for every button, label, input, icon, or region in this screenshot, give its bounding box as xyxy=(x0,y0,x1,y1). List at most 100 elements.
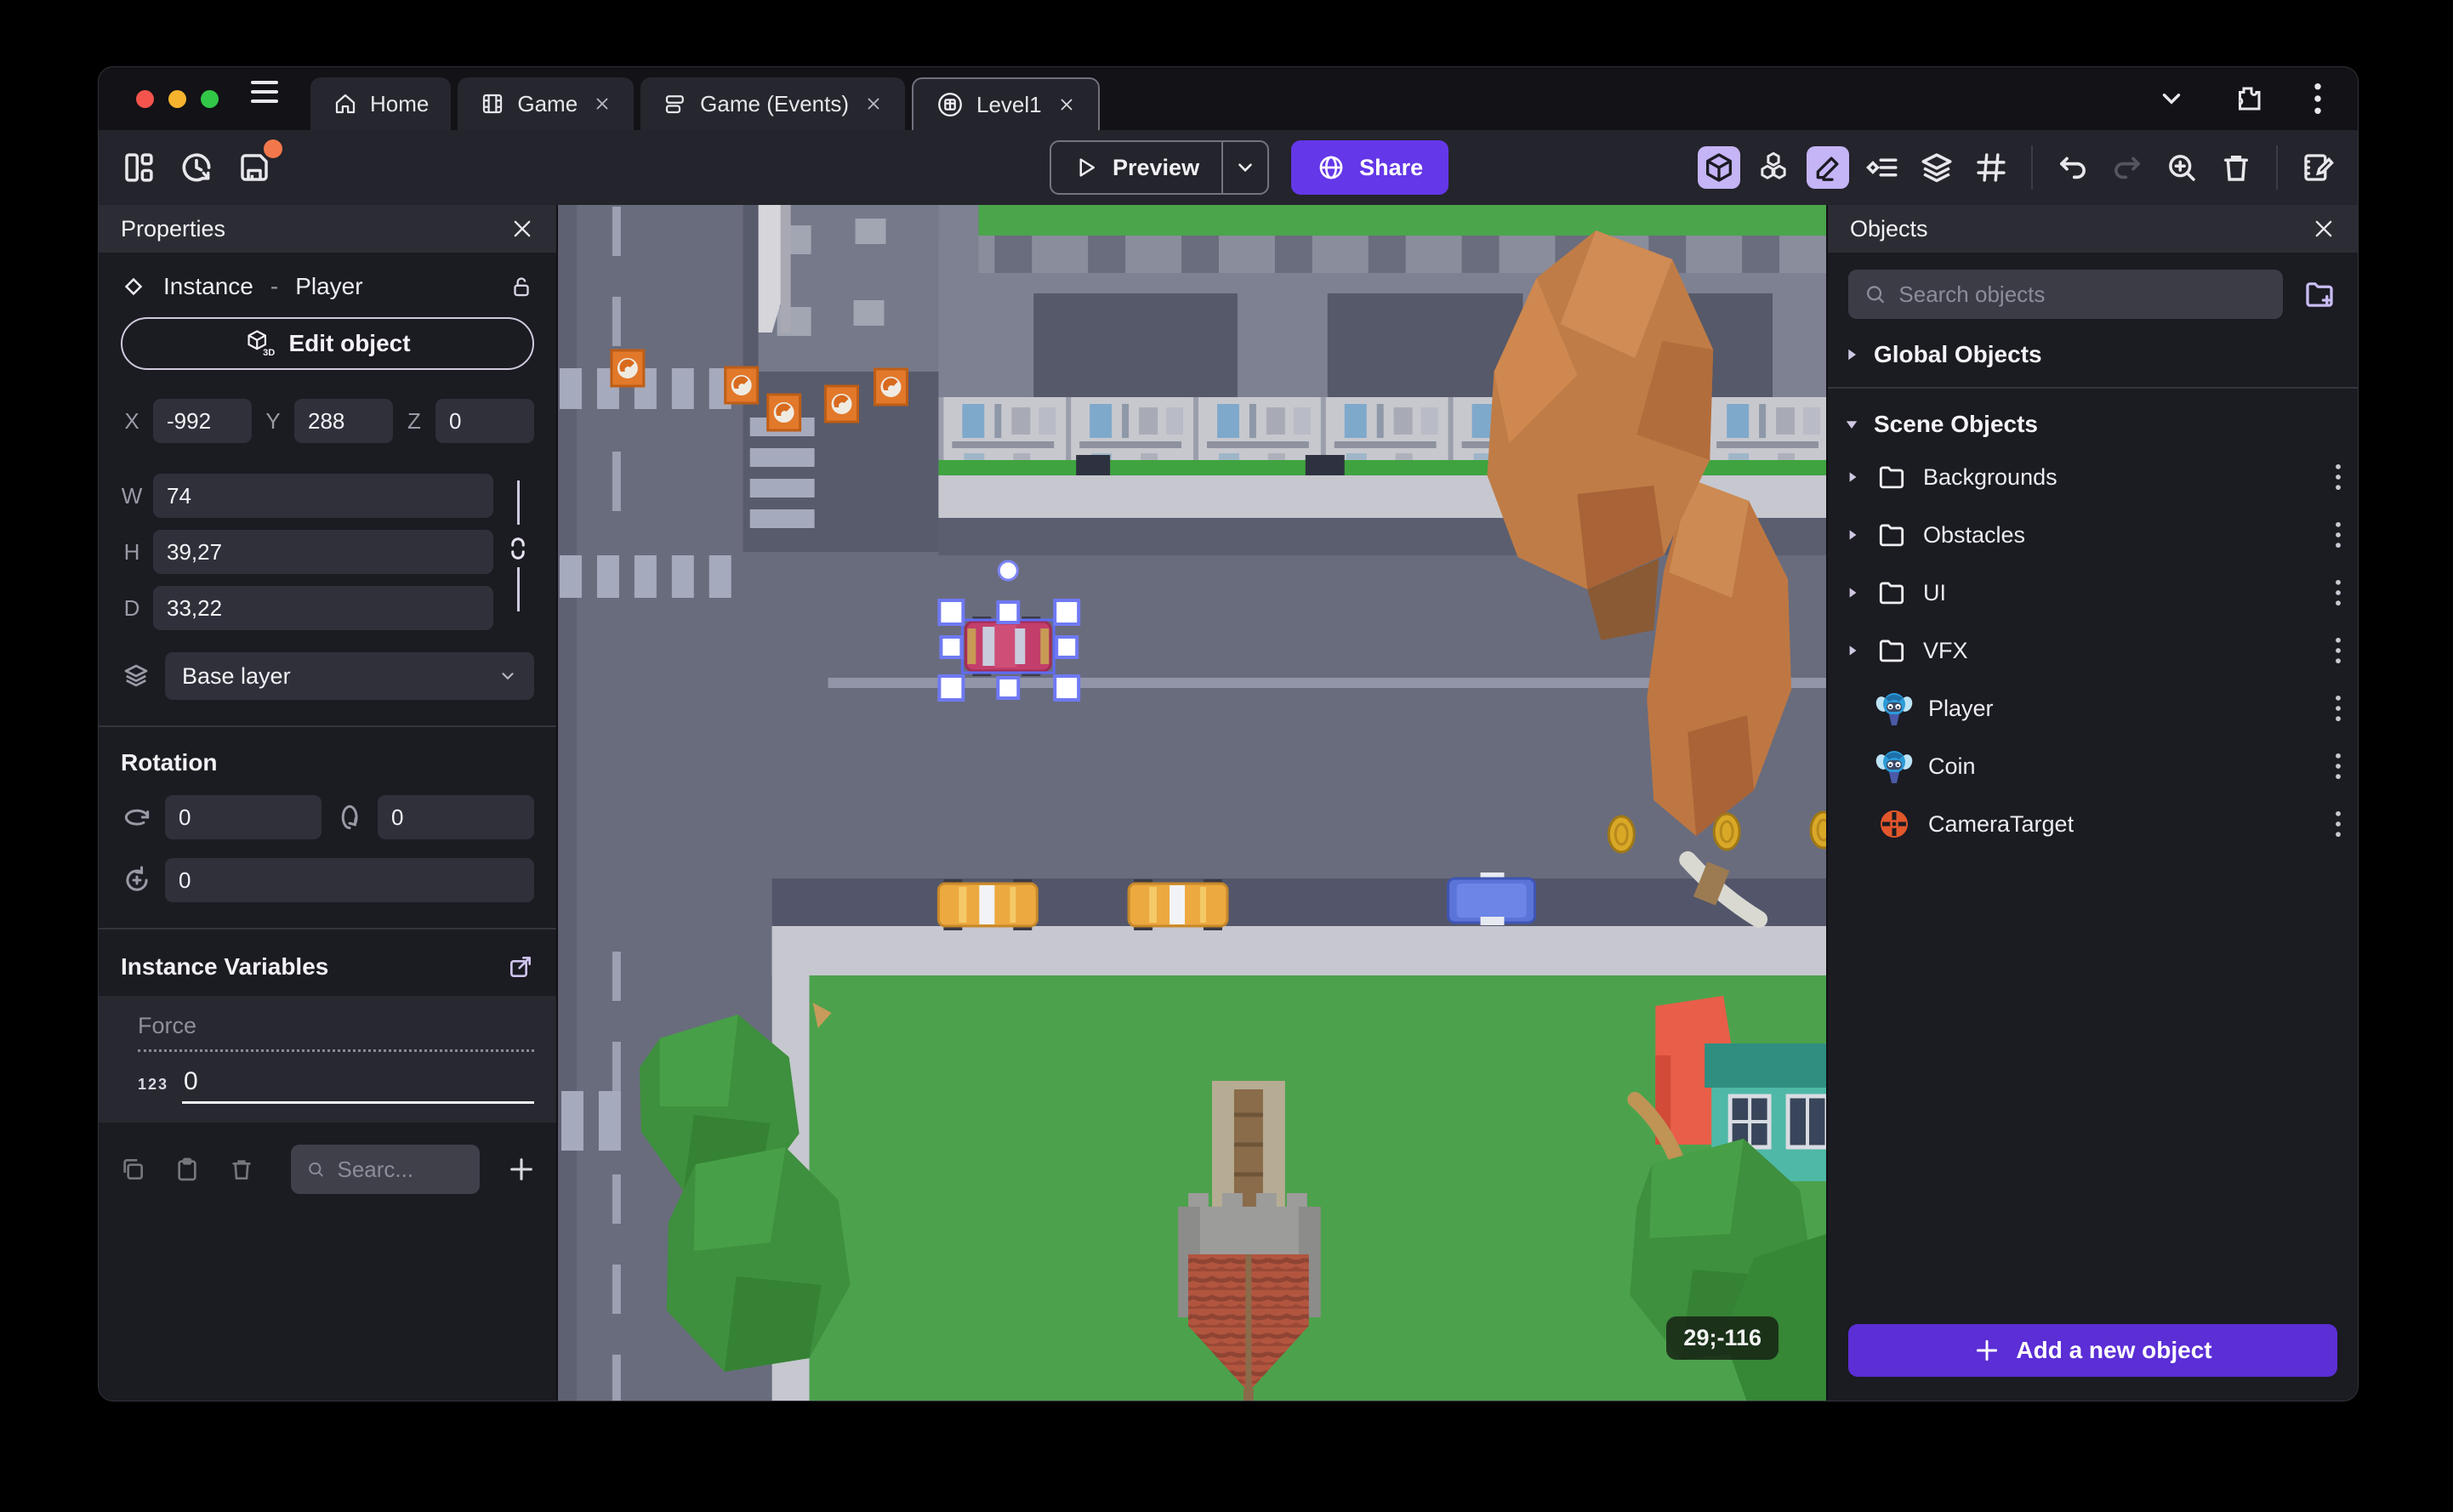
depth-input[interactable] xyxy=(153,586,493,630)
scene-editor-canvas[interactable]: 29;-116 xyxy=(558,205,1826,1401)
keep-ratio-link[interactable] xyxy=(507,480,529,611)
preview-button[interactable]: Preview xyxy=(1051,142,1221,193)
3d-model-object-icon xyxy=(1875,693,1913,725)
tab-game[interactable]: Game xyxy=(458,77,635,130)
chevron-down-icon xyxy=(498,667,517,685)
width-input[interactable] xyxy=(153,474,493,518)
save-button[interactable] xyxy=(233,139,282,189)
rotation-y-input[interactable] xyxy=(378,795,534,839)
close-properties-icon[interactable] xyxy=(510,217,534,241)
toggle-3d-view-button[interactable] xyxy=(1698,146,1740,189)
svg-text:3D: 3D xyxy=(264,348,276,358)
preview-label: Preview xyxy=(1113,154,1200,180)
zoom-in-button[interactable] xyxy=(2160,146,2203,189)
variable-value-input[interactable] xyxy=(182,1067,534,1104)
open-variables-editor-icon[interactable] xyxy=(507,953,534,981)
x-input[interactable] xyxy=(153,399,252,443)
object-label: VFX xyxy=(1923,637,1968,663)
rotate-y-icon xyxy=(341,804,358,830)
object-folder-backgrounds[interactable]: Backgrounds xyxy=(1828,448,2358,506)
home-icon xyxy=(335,94,356,114)
y-input[interactable] xyxy=(294,399,393,443)
z-input[interactable] xyxy=(435,399,534,443)
tab-label: Game xyxy=(517,90,578,117)
instances-list-button[interactable] xyxy=(1861,146,1904,189)
kebab-menu-icon[interactable] xyxy=(2334,578,2342,607)
scene-properties-button[interactable] xyxy=(2296,146,2339,189)
layers-button[interactable] xyxy=(1915,146,1958,189)
copy-icon[interactable] xyxy=(119,1156,146,1183)
preview-options-button[interactable] xyxy=(1221,142,1267,193)
extensions-icon[interactable] xyxy=(2234,83,2264,114)
kebab-menu-icon[interactable] xyxy=(2334,463,2342,492)
undo-button[interactable] xyxy=(2052,146,2094,189)
tab-game-events[interactable]: Game (Events) xyxy=(640,77,905,130)
add-new-object-button[interactable]: Add a new object xyxy=(1848,1324,2337,1377)
objects-view-button[interactable] xyxy=(1752,146,1795,189)
object-label: Player xyxy=(1928,695,1994,721)
y-label: Y xyxy=(265,407,281,434)
object-folder-obstacles[interactable]: Obstacles xyxy=(1828,506,2358,564)
global-objects-section[interactable]: Global Objects xyxy=(1828,319,2358,378)
object-item-player[interactable]: Player xyxy=(1828,679,2358,737)
rotation-x-input[interactable] xyxy=(165,795,322,839)
global-objects-label: Global Objects xyxy=(1874,341,2042,367)
close-objects-icon[interactable] xyxy=(2312,217,2336,241)
objects-search-input[interactable] xyxy=(1898,281,2268,308)
share-label: Share xyxy=(1359,154,1424,180)
close-window-button[interactable] xyxy=(136,90,154,108)
close-tab-icon[interactable] xyxy=(593,94,612,113)
variables-search[interactable] xyxy=(291,1145,480,1194)
close-tab-icon[interactable] xyxy=(864,94,883,113)
layer-select[interactable]: Base layer xyxy=(165,652,534,700)
object-folder-ui[interactable]: UI xyxy=(1828,564,2358,622)
film-icon xyxy=(483,94,503,114)
plus-icon xyxy=(1977,1339,1998,1361)
rotation-z-input[interactable] xyxy=(165,858,534,902)
instance-name-label: Player xyxy=(295,273,363,299)
edit-mode-button[interactable] xyxy=(1807,146,1849,189)
minimize-window-button[interactable] xyxy=(168,90,186,108)
collapsed-triangle-icon xyxy=(1845,469,1860,485)
delete-button[interactable] xyxy=(2215,146,2257,189)
yellow-car[interactable] xyxy=(936,879,1039,930)
trash-icon[interactable] xyxy=(228,1156,255,1183)
share-button[interactable]: Share xyxy=(1291,140,1449,195)
z-label: Z xyxy=(407,407,421,434)
project-manager-button[interactable] xyxy=(117,146,160,189)
objects-search[interactable] xyxy=(1848,270,2283,319)
tab-home[interactable]: Home xyxy=(310,77,452,130)
kebab-menu-icon[interactable] xyxy=(2334,752,2342,781)
yellow-car[interactable] xyxy=(1127,879,1229,930)
grid-button[interactable] xyxy=(1970,146,2012,189)
add-folder-icon[interactable] xyxy=(2302,276,2337,312)
variable-name[interactable]: Force xyxy=(138,1013,534,1052)
variables-search-input[interactable] xyxy=(337,1156,464,1183)
add-variable-button[interactable] xyxy=(507,1155,536,1184)
object-item-cameratarget[interactable]: CameraTarget xyxy=(1828,795,2358,853)
redo-button[interactable] xyxy=(2106,146,2149,189)
kebab-menu-icon[interactable] xyxy=(2334,810,2342,838)
unlock-icon[interactable] xyxy=(509,274,534,299)
close-tab-icon[interactable] xyxy=(1057,95,1076,114)
selected-player-instance[interactable] xyxy=(964,617,1052,676)
scene-objects-section[interactable]: Scene Objects xyxy=(1828,389,2358,448)
properties-title: Properties xyxy=(121,215,226,242)
edit-object-button[interactable]: 3D Edit object xyxy=(121,317,534,370)
blue-car[interactable] xyxy=(1447,873,1536,925)
kebab-menu-icon[interactable] xyxy=(2334,636,2342,665)
version-history-button[interactable] xyxy=(175,146,218,189)
object-item-coin[interactable]: Coin xyxy=(1828,737,2358,795)
paste-icon[interactable] xyxy=(174,1156,201,1183)
height-input[interactable] xyxy=(153,530,493,574)
kebab-menu-icon[interactable] xyxy=(2312,82,2324,116)
cursor-coordinates-badge: 29;-116 xyxy=(1666,1316,1779,1360)
kebab-menu-icon[interactable] xyxy=(2334,694,2342,723)
main-menu-icon[interactable] xyxy=(251,81,278,103)
maximize-window-button[interactable] xyxy=(201,90,219,108)
tab-level1[interactable]: Level1 xyxy=(912,77,1100,130)
object-folder-vfx[interactable]: VFX xyxy=(1828,622,2358,679)
events-sheet-icon xyxy=(666,95,685,114)
chevron-down-icon[interactable] xyxy=(2157,84,2186,113)
kebab-menu-icon[interactable] xyxy=(2334,520,2342,549)
